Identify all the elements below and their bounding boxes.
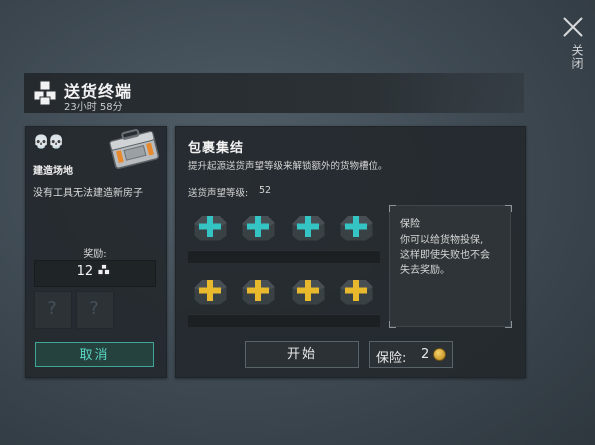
insurance-label: 保险: <box>376 351 407 366</box>
coin-icon <box>433 348 446 361</box>
cargo-slot[interactable] <box>336 210 376 242</box>
boxes-icon <box>97 264 111 275</box>
skull-icon: 💀💀 <box>33 135 64 150</box>
insurance-title: 保险 <box>400 219 420 230</box>
cargo-slot[interactable] <box>190 274 230 306</box>
reward-label: 奖励: <box>83 249 107 260</box>
corner-mark <box>505 205 512 212</box>
cargo-slot[interactable] <box>238 210 278 242</box>
corner-mark <box>389 205 396 212</box>
plus-icon <box>291 279 326 306</box>
reward-value: 12 <box>34 264 154 279</box>
site-label: 建造场地 <box>33 166 73 177</box>
plus-icon <box>339 215 374 242</box>
section-title: 包裹集结 <box>188 141 245 156</box>
shelf <box>188 314 380 327</box>
section-description: 提升起源送货声望等级来解锁额外的货物槽位。 <box>188 161 388 172</box>
close-icon[interactable] <box>560 14 586 40</box>
reputation-label: 送货声望等级: <box>188 188 249 199</box>
plus-icon <box>339 279 374 306</box>
cargo-slot[interactable] <box>288 274 328 306</box>
shelf <box>188 250 380 263</box>
plus-icon <box>241 279 276 306</box>
insurance-value: 2 <box>421 347 430 362</box>
unknown-slot-mark: ? <box>47 298 57 319</box>
toolbox-icon <box>109 129 160 169</box>
cargo-slot[interactable] <box>336 274 376 306</box>
plus-icon <box>193 279 228 306</box>
plus-icon <box>193 215 228 242</box>
site-description: 没有工具无法建造新房子 <box>33 188 143 199</box>
reputation-value: 52 <box>259 185 272 196</box>
cargo-slot[interactable] <box>288 210 328 242</box>
plus-icon <box>291 215 326 242</box>
cancel-button[interactable]: 取消 <box>35 342 154 367</box>
cargo-slot[interactable] <box>238 274 278 306</box>
close-label[interactable]: 关闭 <box>560 44 586 70</box>
start-button[interactable]: 开始 <box>245 341 359 368</box>
cargo-slot[interactable] <box>190 210 230 242</box>
boxes-icon <box>33 80 57 106</box>
corner-mark <box>389 321 396 328</box>
timer-text: 23小时 58分 <box>64 102 123 113</box>
unknown-slot-mark: ? <box>89 298 99 319</box>
plus-icon <box>241 215 276 242</box>
insurance-text: 你可以给货物投保, 这样即使失败也不会 失去奖励。 <box>400 235 490 276</box>
corner-mark <box>505 321 512 328</box>
